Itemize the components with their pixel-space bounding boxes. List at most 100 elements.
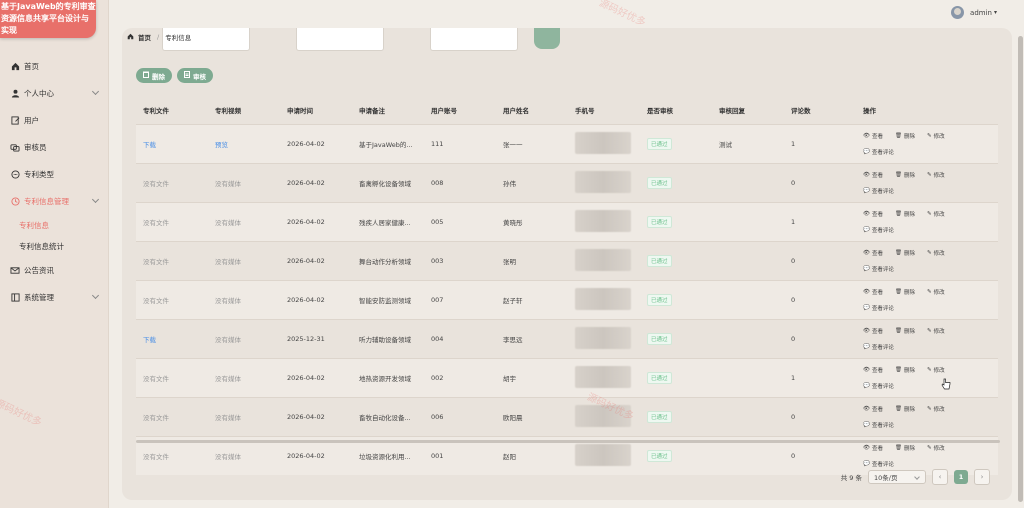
edit-button[interactable]: ✎ 修改	[927, 171, 945, 179]
delete-label: 删除	[903, 251, 915, 257]
search-input-name[interactable]	[430, 28, 518, 51]
breadcrumb-home[interactable]: 首页	[138, 32, 151, 42]
sidebar-item-system[interactable]: 系统管理	[0, 284, 108, 311]
comments-label: 查看评论	[871, 267, 894, 273]
col-header[interactable]: 手机号	[568, 96, 640, 125]
view-comments-button[interactable]: 💬 查看评论	[863, 226, 894, 234]
page-number-current[interactable]: 1	[954, 470, 968, 484]
view-button[interactable]: 👁 查看	[863, 171, 883, 179]
edit-button[interactable]: ✎ 修改	[927, 210, 945, 218]
search-input-account[interactable]	[296, 28, 384, 51]
edit-button[interactable]: ✎ 修改	[927, 405, 945, 413]
edit-button[interactable]: ✎ 修改	[927, 366, 945, 374]
cell-file[interactable]: 下载	[136, 124, 208, 164]
edit-icon: ✎	[927, 406, 932, 412]
edit-button[interactable]: ✎ 修改	[927, 327, 945, 335]
audit-button[interactable]: 审核	[177, 68, 213, 83]
table-row[interactable]: 没有文件 没有媒体 2026-04-02 畜禽孵化设备领域 008 孙伟 已通过 0 👁 查看 🗑 删…	[136, 163, 998, 203]
table-row[interactable]: 没有文件 没有媒体 2026-04-02 畜牧自动化设备... 006 欧阳晨 已通过 0 👁 查…	[136, 397, 998, 437]
download-link[interactable]: 下载	[143, 141, 156, 149]
scrollbar-thumb[interactable]	[1018, 36, 1023, 502]
sidebar-item-patent-types[interactable]: 专利类型	[0, 161, 108, 188]
edit-button[interactable]: ✎ 修改	[927, 288, 945, 296]
comment-icon: 💬	[863, 422, 870, 428]
preview-link[interactable]: 预览	[215, 141, 228, 149]
view-button[interactable]: 👁 查看	[863, 249, 883, 257]
table-row[interactable]: 没有文件 没有媒体 2026-04-02 舞台动作分析领域 003 张明 已通过 0 👁 查看 🗑 删…	[136, 241, 998, 281]
row-delete-button[interactable]: 🗑 删除	[895, 444, 915, 452]
col-header[interactable]: 用户姓名	[496, 96, 568, 125]
view-comments-button[interactable]: 💬 查看评论	[863, 343, 894, 351]
row-delete-button[interactable]: 🗑 删除	[895, 249, 915, 257]
cell-comments: 0	[784, 280, 856, 320]
sidebar-subitem-patent-info[interactable]: 专利信息	[0, 215, 108, 236]
cell-status: 已通过	[640, 358, 712, 398]
sidebar-item-home[interactable]: 首页	[0, 53, 108, 80]
prev-page-button[interactable]: ‹	[932, 469, 948, 485]
table-row[interactable]: 没有文件 没有媒体 2026-04-02 智能安防监测领域 007 赵子轩 已通过 0 👁 查看 🗑…	[136, 280, 998, 320]
edit-icon: ✎	[927, 445, 932, 451]
row-delete-button[interactable]: 🗑 删除	[895, 327, 915, 335]
view-comments-button[interactable]: 💬 查看评论	[863, 382, 894, 390]
next-page-button[interactable]: ›	[974, 469, 990, 485]
edit-button[interactable]: ✎ 修改	[927, 132, 945, 140]
row-delete-button[interactable]: 🗑 删除	[895, 171, 915, 179]
sidebar-subitem-patent-stats[interactable]: 专利信息统计	[0, 236, 108, 257]
view-label: 查看	[871, 407, 883, 413]
edit-button[interactable]: ✎ 修改	[927, 249, 945, 257]
row-delete-button[interactable]: 🗑 删除	[895, 210, 915, 218]
view-button[interactable]: 👁 查看	[863, 210, 883, 218]
col-header[interactable]: 专利文件	[136, 96, 208, 125]
view-label: 查看	[871, 290, 883, 296]
cell-file[interactable]: 下载	[136, 319, 208, 359]
view-comments-button[interactable]: 💬 查看评论	[863, 421, 894, 429]
view-label: 查看	[871, 134, 883, 140]
view-button[interactable]: 👁 查看	[863, 366, 883, 374]
sidebar-item-patent-management[interactable]: 专利信息管理	[0, 188, 108, 215]
view-comments-button[interactable]: 💬 查看评论	[863, 148, 894, 156]
view-comments-button[interactable]: 💬 查看评论	[863, 460, 894, 468]
table-row[interactable]: 没有文件 没有媒体 2026-04-02 残疾人居家健康... 005 黄晓彤 已通过 1 👁 查…	[136, 202, 998, 242]
delete-label: 删除	[903, 134, 915, 140]
row-delete-button[interactable]: 🗑 删除	[895, 288, 915, 296]
horizontal-scrollbar[interactable]	[136, 440, 1000, 443]
view-button[interactable]: 👁 查看	[863, 327, 883, 335]
col-header[interactable]: 申请时间	[280, 96, 352, 125]
row-actions: 👁 查看 🗑 删除 ✎ 修改 💬 查看评论	[863, 171, 959, 195]
vertical-scrollbar[interactable]	[1016, 0, 1024, 508]
sidebar-item-auditors[interactable]: 审核员	[0, 134, 108, 161]
search-button[interactable]	[534, 28, 560, 49]
col-header[interactable]: 申请备注	[352, 96, 424, 125]
edit-label: 修改	[933, 329, 945, 335]
view-button[interactable]: 👁 查看	[863, 405, 883, 413]
view-comments-button[interactable]: 💬 查看评论	[863, 187, 894, 195]
user-menu[interactable]: admin ▾	[951, 6, 997, 19]
cell-date: 2026-04-02	[280, 397, 352, 437]
sidebar-item-personal-center[interactable]: 个人中心	[0, 80, 108, 107]
col-header[interactable]: 用户账号	[424, 96, 496, 125]
download-link[interactable]: 下载	[143, 336, 156, 344]
row-delete-button[interactable]: 🗑 删除	[895, 132, 915, 140]
page-size-select[interactable]: 10条/页	[868, 470, 926, 484]
col-header[interactable]: 审核回复	[712, 96, 784, 125]
sidebar-item-announcements[interactable]: 公告资讯	[0, 257, 108, 284]
edit-button[interactable]: ✎ 修改	[927, 444, 945, 452]
col-header[interactable]: 专利视频	[208, 96, 280, 125]
row-delete-button[interactable]: 🗑 删除	[895, 405, 915, 413]
sidebar-item-label: 首页	[24, 62, 39, 71]
row-delete-button[interactable]: 🗑 删除	[895, 366, 915, 374]
view-comments-button[interactable]: 💬 查看评论	[863, 304, 894, 312]
table-row[interactable]: 下载 没有媒体 2025-12-31 听力辅助设备领域 004 李思远 已通过 0 👁 查看 🗑 删除…	[136, 319, 998, 359]
sidebar-item-users[interactable]: 用户	[0, 107, 108, 134]
table-row[interactable]: 下载 预览 2026-04-02 基于JavaWeb的... 111 张一一 已通过 测试 1 👁…	[136, 124, 998, 164]
view-comments-button[interactable]: 💬 查看评论	[863, 265, 894, 273]
view-button[interactable]: 👁 查看	[863, 444, 883, 452]
status-badge: 已通过	[647, 177, 672, 189]
cell-video[interactable]: 预览	[208, 124, 280, 164]
table-row[interactable]: 没有文件 没有媒体 2026-04-02 地热资源开发领域 002 胡宇 已通过 1 👁 查看 🗑 删…	[136, 358, 998, 398]
view-button[interactable]: 👁 查看	[863, 132, 883, 140]
col-header[interactable]: 是否审核	[640, 96, 712, 125]
view-button[interactable]: 👁 查看	[863, 288, 883, 296]
delete-button[interactable]: 删除	[136, 68, 172, 83]
col-header[interactable]: 评论数	[784, 96, 856, 125]
